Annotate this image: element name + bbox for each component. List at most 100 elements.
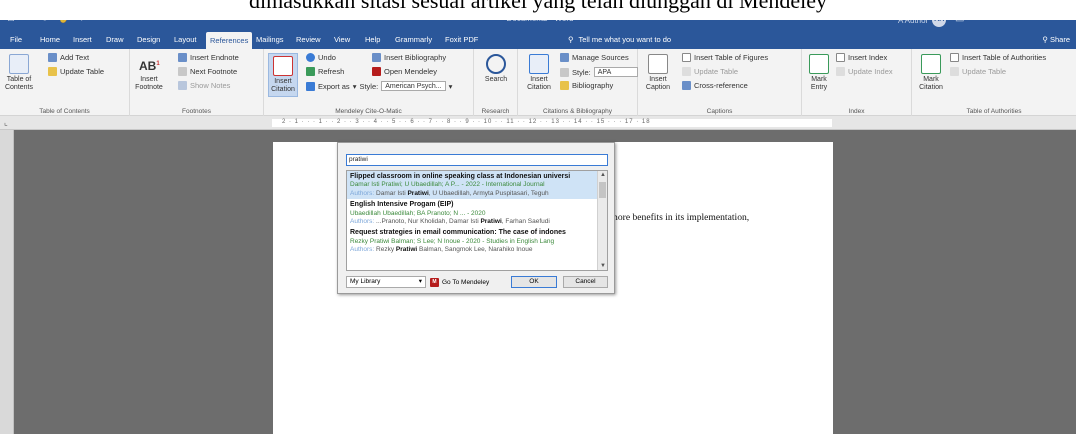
show-notes-icon <box>178 81 187 90</box>
caption-text: dimasukkan sitasi sesuai artikel yang te… <box>249 0 827 13</box>
caption-banner: dimasukkan sitasi sesuai artikel yang te… <box>0 0 1076 20</box>
next-footnote-icon <box>178 67 187 76</box>
mark-entry-button[interactable]: Mark Entry <box>804 54 834 92</box>
ribbon: Table of Contents Add Text Update Table … <box>0 49 1076 116</box>
manage-sources-icon <box>560 53 569 62</box>
group-index: Mark Entry Insert Index Update Index Ind… <box>802 49 912 116</box>
list-item[interactable]: English Intensive Progam (EIP) Ubaedilla… <box>347 199 597 227</box>
update-icon <box>950 67 959 76</box>
tab-foxit-pdf[interactable]: Foxit PDF <box>445 35 478 44</box>
tell-me-search[interactable]: ⚲ Tell me what you want to do <box>568 35 671 44</box>
authorities-icon <box>950 53 959 62</box>
bibliography-button[interactable]: Bibliography <box>560 81 613 90</box>
show-notes-button[interactable]: Show Notes <box>178 81 230 90</box>
tab-mailings[interactable]: Mailings <box>256 35 284 44</box>
update-authorities-table-button[interactable]: Update Table <box>950 67 1006 76</box>
scroll-down-icon[interactable]: ▼ <box>600 263 606 269</box>
bibliography-icon <box>560 81 569 90</box>
update-table-icon <box>48 67 57 76</box>
tab-selector-icon[interactable]: ⌞ <box>4 118 8 127</box>
table-of-contents-button[interactable]: Table of Contents <box>4 54 34 92</box>
mendeley-style-select[interactable]: American Psych... <box>381 81 446 91</box>
bibliography-icon <box>372 53 381 62</box>
tab-grammarly[interactable]: Grammarly <box>395 35 432 44</box>
insert-bibliography-button[interactable]: Insert Bibliography <box>372 53 446 62</box>
mendeley-undo-button[interactable]: Undo <box>306 53 336 62</box>
citation-search-input[interactable]: pratiwi <box>346 154 608 166</box>
group-table-of-contents: Table of Contents Add Text Update Table … <box>0 49 130 116</box>
insert-endnote-button[interactable]: Insert Endnote <box>178 53 239 62</box>
mendeley-export-button[interactable]: Export as ▾ Style: American Psych... ▾ <box>306 81 452 91</box>
tab-home[interactable]: Home <box>40 35 60 44</box>
results-scrollbar[interactable]: ▲ ▼ <box>597 171 607 270</box>
insert-caption-button[interactable]: Insert Caption <box>642 54 674 92</box>
search-button[interactable]: Search <box>481 54 511 84</box>
search-icon <box>486 54 506 74</box>
manage-sources-button[interactable]: Manage Sources <box>560 53 629 62</box>
result-authors: Authors: ...Pranoto, Nur Kholidah, Damar… <box>350 218 550 226</box>
group-label: Footnotes <box>182 108 211 115</box>
scroll-up-icon[interactable]: ▲ <box>600 172 606 178</box>
open-mendeley-button[interactable]: Open Mendeley <box>372 67 437 76</box>
footnote-icon: AB1 <box>139 59 160 73</box>
table-of-figures-icon <box>682 53 691 62</box>
list-item[interactable]: Request strategies in email communicatio… <box>347 227 597 255</box>
insert-table-of-authorities-button[interactable]: Insert Table of Authorities <box>950 53 1046 62</box>
result-meta: Rezky Pratiwi Balman; S Lee; N Inoue - 2… <box>350 237 555 245</box>
tab-layout[interactable]: Layout <box>174 35 197 44</box>
update-index-icon <box>836 67 845 76</box>
citation-style-control[interactable]: Style: APA <box>560 67 638 77</box>
person-icon: ⚲ <box>1042 35 1048 44</box>
ok-button[interactable]: OK <box>511 276 557 288</box>
tab-help[interactable]: Help <box>365 35 380 44</box>
mendeley-icon <box>372 67 381 76</box>
insert-footnote-button[interactable]: AB1 Insert Footnote <box>134 54 164 92</box>
list-item[interactable]: Flipped classroom in online speaking cla… <box>347 171 597 200</box>
update-figures-table-button[interactable]: Update Table <box>682 67 738 76</box>
tab-file[interactable]: File <box>10 35 22 44</box>
citation-icon <box>273 56 293 76</box>
tab-review[interactable]: Review <box>296 35 321 44</box>
chevron-down-icon[interactable]: ▾ <box>449 82 453 91</box>
mendeley-insert-citation-button[interactable]: Insert Citation <box>268 53 298 97</box>
add-text-button[interactable]: Add Text <box>48 53 89 62</box>
group-mendeley: Insert Citation Undo Refresh Export as ▾… <box>264 49 474 116</box>
mark-citation-icon <box>921 54 941 74</box>
group-citations-bibliography: Insert Citation Manage Sources Style: AP… <box>518 49 638 116</box>
tab-view[interactable]: View <box>334 35 350 44</box>
mendeley-refresh-button[interactable]: Refresh <box>306 67 344 76</box>
library-select[interactable]: My Library ▾ <box>346 276 426 288</box>
go-to-mendeley-button[interactable]: M Go To Mendeley <box>430 276 506 288</box>
cross-reference-icon <box>682 81 691 90</box>
tab-draw[interactable]: Draw <box>106 35 124 44</box>
undo-icon <box>306 53 315 62</box>
insert-index-button[interactable]: Insert Index <box>836 53 887 62</box>
group-table-of-authorities: Mark Citation Insert Table of Authoritie… <box>912 49 1076 116</box>
update-index-button[interactable]: Update Index <box>836 67 893 76</box>
horizontal-ruler[interactable]: ⌞ 2 · 1 · · · 1 · · 2 · · 3 · · 4 · · 5 … <box>0 116 1076 130</box>
ruler-numbers: 2 · 1 · · · 1 · · 2 · · 3 · · 4 · · 5 · … <box>282 119 651 125</box>
tab-design[interactable]: Design <box>137 35 160 44</box>
tell-me-label: Tell me what you want to do <box>578 35 672 44</box>
scroll-thumb[interactable] <box>599 182 606 198</box>
cross-reference-button[interactable]: Cross-reference <box>682 81 748 90</box>
insert-table-of-figures-button[interactable]: Insert Table of Figures <box>682 53 768 62</box>
cancel-button[interactable]: Cancel <box>563 276 608 288</box>
result-authors: Authors: Damar Isti Pratiwi, U Ubaedilla… <box>350 189 549 197</box>
citation-style-select[interactable]: APA <box>593 67 638 77</box>
tab-references[interactable]: References <box>206 32 253 49</box>
add-text-icon <box>48 53 57 62</box>
search-results-list[interactable]: Flipped classroom in online speaking cla… <box>346 170 608 271</box>
group-captions: Insert Caption Insert Table of Figures U… <box>638 49 802 116</box>
group-label: Citations & Bibliography <box>542 108 612 115</box>
vertical-ruler[interactable] <box>0 130 14 434</box>
export-icon <box>306 81 315 91</box>
next-footnote-button[interactable]: Next Footnote <box>178 67 237 76</box>
mark-citation-button[interactable]: Mark Citation <box>916 54 946 92</box>
group-label: Index <box>848 108 865 115</box>
update-table-button[interactable]: Update Table <box>48 67 104 76</box>
insert-citation-button[interactable]: Insert Citation <box>522 54 556 92</box>
lightbulb-icon: ⚲ <box>568 35 574 44</box>
tab-insert[interactable]: Insert <box>73 35 92 44</box>
share-button[interactable]: ⚲ Share <box>1042 35 1070 44</box>
